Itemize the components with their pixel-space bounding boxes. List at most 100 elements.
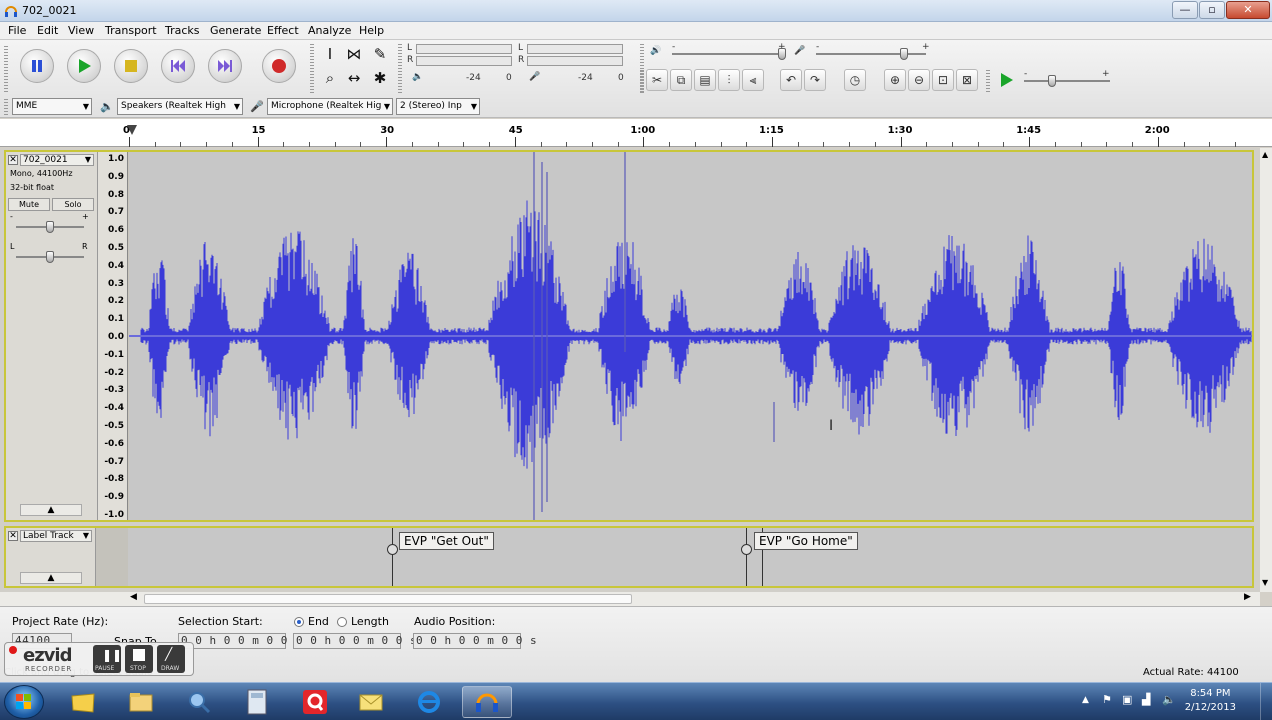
selection-end-input[interactable]: 0 0 h 0 0 m 0 0 s	[293, 633, 417, 649]
ezvid-pause-button[interactable]: ❚❚ PAUSE	[93, 645, 122, 673]
network-icon[interactable]: ▟	[1142, 693, 1150, 706]
label-handle[interactable]	[741, 544, 752, 555]
menu-view[interactable]: View	[68, 24, 94, 37]
input-channels-select[interactable]: 2 (Stereo) Inp ▼	[396, 98, 480, 115]
draw-tool-icon[interactable]: ✎	[370, 44, 390, 64]
play-at-speed-icon[interactable]	[998, 72, 1014, 88]
scroll-up-icon[interactable]: ▲	[1262, 150, 1268, 159]
show-hidden-icons-icon[interactable]: ▲	[1082, 695, 1089, 705]
cut-button[interactable]: ✂	[646, 69, 668, 91]
output-volume-slider[interactable]	[672, 53, 782, 55]
input-device-select[interactable]: Microphone (Realtek Hig ▼	[267, 98, 393, 115]
record-button[interactable]	[262, 49, 296, 83]
length-radio[interactable]	[337, 617, 347, 627]
skip-start-button[interactable]	[161, 49, 195, 83]
input-volume-slider[interactable]	[816, 53, 926, 55]
minimize-button[interactable]: —	[1172, 1, 1198, 19]
mute-button[interactable]: Mute	[8, 198, 50, 211]
pan-slider-thumb[interactable]	[46, 251, 54, 263]
explorer-icon[interactable]	[58, 686, 108, 718]
toolbar-grip[interactable]	[986, 70, 990, 94]
vertical-scrollbar[interactable]: ▲ ▼	[1260, 148, 1272, 592]
paste-button[interactable]: ▤	[694, 69, 716, 91]
waveform-area[interactable]: I	[129, 152, 1252, 520]
folder-icon[interactable]	[116, 686, 166, 718]
audio-host-select[interactable]: MME ▼	[12, 98, 92, 115]
end-radio[interactable]	[294, 617, 304, 627]
ezvid-draw-button[interactable]: ╱ DRAW	[157, 645, 185, 673]
audio-track[interactable]: ✕ 702_0021 ▼ Mono, 44100Hz 32-bit float M…	[4, 150, 1254, 522]
label-handle[interactable]	[387, 544, 398, 555]
undo-button[interactable]: ↶	[780, 69, 802, 91]
envelope-tool-icon[interactable]: ⋈	[344, 44, 364, 64]
track-name-menu[interactable]: 702_0021 ▼	[20, 154, 94, 166]
horizontal-scrollbar[interactable]: ◀ ▶	[0, 592, 1260, 606]
volume-icon[interactable]: 🔈	[1162, 693, 1176, 706]
collapse-track-button[interactable]: ▲	[20, 504, 82, 516]
ezvid-stop-button[interactable]: STOP	[125, 645, 153, 673]
solo-button[interactable]: Solo	[52, 198, 94, 211]
menu-analyze[interactable]: Analyze	[308, 24, 351, 37]
horizontal-scroll-thumb[interactable]	[144, 594, 632, 604]
amplitude-ruler[interactable]: 1.0 0.9 0.8 0.7 0.6 0.5 0.4 0.3 0.2 0.1 0.0 -0.1 -0.…	[98, 152, 128, 520]
close-track-icon[interactable]: ✕	[8, 155, 18, 165]
pause-button[interactable]	[20, 49, 54, 83]
search-people-icon[interactable]	[174, 686, 224, 718]
menu-generate[interactable]: Generate	[210, 24, 261, 37]
selection-tool-icon[interactable]: I	[320, 44, 340, 64]
fit-project-button[interactable]: ⊠	[956, 69, 978, 91]
menu-tracks[interactable]: Tracks	[165, 24, 200, 37]
playback-meter-right[interactable]	[416, 56, 512, 66]
label-evp-get-out[interactable]: EVP "Get Out"	[399, 532, 494, 550]
menu-file[interactable]: File	[8, 24, 26, 37]
scroll-down-icon[interactable]: ▼	[1262, 578, 1268, 587]
recording-meter-left[interactable]	[527, 44, 623, 54]
toolbar-grip[interactable]	[640, 70, 644, 94]
gain-slider-thumb[interactable]	[46, 221, 54, 233]
label-track[interactable]: ✕ Label Track ▼ ▲ EVP "Get Out" EVP "Go H…	[4, 526, 1254, 588]
menu-edit[interactable]: Edit	[37, 24, 58, 37]
fit-selection-button[interactable]: ⊡	[932, 69, 954, 91]
selection-start-input[interactable]: 0 0 h 0 0 m 0 0 s	[178, 633, 302, 649]
menu-transport[interactable]: Transport	[105, 24, 157, 37]
maximize-button[interactable]: ▫	[1199, 1, 1225, 19]
internet-explorer-icon[interactable]	[404, 686, 454, 718]
audio-position-input[interactable]: 0 0 h 0 0 m 0 0 s	[413, 633, 537, 649]
label-evp-go-home[interactable]: EVP "Go Home"	[754, 532, 858, 550]
zoom-out-button[interactable]: ⊖	[908, 69, 930, 91]
skip-end-button[interactable]	[208, 49, 242, 83]
playhead-marker[interactable]	[127, 125, 137, 135]
action-center-flag-icon[interactable]: ⚑	[1102, 693, 1112, 706]
close-button[interactable]: ✕	[1226, 1, 1270, 19]
copy-button[interactable]: ⧉	[670, 69, 692, 91]
zoom-tool-icon[interactable]: ⌕	[320, 68, 340, 88]
sync-lock-button[interactable]: ◷	[844, 69, 866, 91]
close-track-icon[interactable]: ✕	[8, 531, 18, 541]
input-volume-thumb[interactable]	[900, 48, 908, 60]
output-volume-thumb[interactable]	[778, 48, 786, 60]
timeline-ruler[interactable]: 0 15 30 45 1:00 1:15 1:30 1:45 2:00	[0, 119, 1272, 147]
output-device-select[interactable]: Speakers (Realtek High ▼	[117, 98, 243, 115]
playback-speed-thumb[interactable]	[1048, 75, 1056, 87]
menu-help[interactable]: Help	[359, 24, 384, 37]
scroll-left-icon[interactable]: ◀	[130, 592, 137, 602]
timeshift-tool-icon[interactable]: ↔	[344, 68, 364, 88]
label-track-name-menu[interactable]: Label Track ▼	[20, 530, 92, 542]
label-area[interactable]: EVP "Get Out" EVP "Go Home"	[128, 528, 1252, 586]
toolbar-grip[interactable]	[310, 44, 314, 94]
zoom-in-button[interactable]: ⊕	[884, 69, 906, 91]
silence-button[interactable]: ⫷	[742, 69, 764, 91]
outlook-icon[interactable]	[346, 686, 396, 718]
playback-speed-slider[interactable]	[1024, 80, 1110, 82]
audacity-icon[interactable]	[462, 686, 512, 718]
device-icon[interactable]: ▣	[1122, 693, 1132, 706]
recording-meter-right[interactable]	[527, 56, 623, 66]
multi-tool-icon[interactable]: ✱	[370, 68, 390, 88]
toolbar-grip[interactable]	[398, 44, 402, 94]
system-clock[interactable]: 8:54 PM 2/12/2013	[1185, 687, 1236, 715]
trim-button[interactable]: ⫶	[718, 69, 740, 91]
stop-button[interactable]	[114, 49, 148, 83]
collapse-label-track-button[interactable]: ▲	[20, 572, 82, 584]
quicken-icon[interactable]	[290, 686, 340, 718]
scroll-right-icon[interactable]: ▶	[1244, 592, 1251, 602]
